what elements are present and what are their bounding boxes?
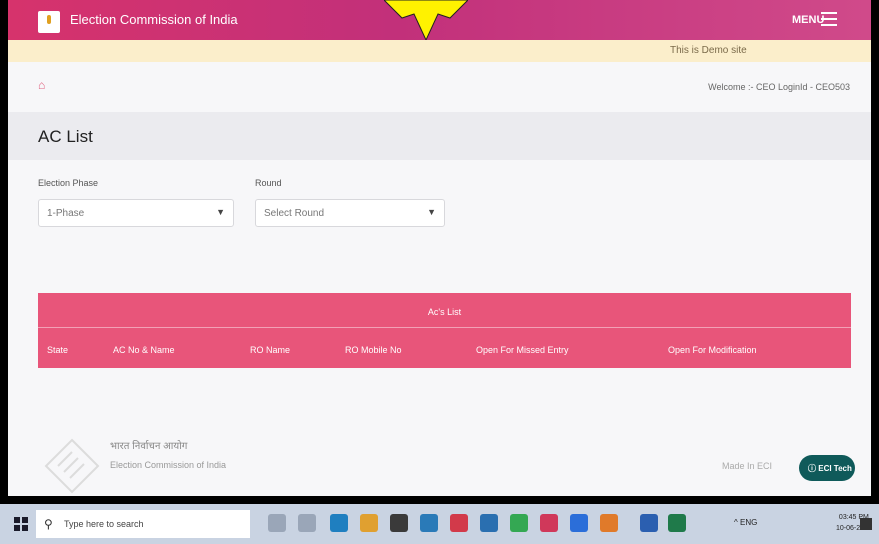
round-value: Select Round: [264, 208, 325, 219]
home-icon[interactable]: ⌂: [38, 78, 45, 92]
column-header-ro-name[interactable]: RO Name: [250, 345, 290, 355]
notification-icon[interactable]: [860, 518, 872, 530]
menu-icon[interactable]: [821, 12, 837, 26]
taskbar: ⚲ Type here to search ^ ENG 03:45 PM 10-…: [0, 504, 879, 544]
app-icon[interactable]: [450, 514, 468, 532]
ac-list-table: Ac's List State AC No & Name RO Name RO …: [38, 293, 851, 368]
top-header: Election Commission of India MENU: [8, 0, 871, 40]
footer-english-name: Election Commission of India: [110, 460, 227, 470]
round-select[interactable]: Select Round ▼: [255, 199, 445, 227]
taskbar-search-placeholder: Type here to search: [64, 519, 144, 529]
windows-icon[interactable]: [14, 517, 28, 531]
column-header-modification[interactable]: Open For Modification: [668, 345, 757, 355]
app-title[interactable]: Election Commission of India: [70, 12, 238, 27]
app-icon[interactable]: [540, 514, 558, 532]
taskbar-search[interactable]: ⚲ Type here to search: [36, 510, 250, 538]
election-phase-value: 1-Phase: [47, 208, 85, 219]
word-icon[interactable]: [640, 514, 658, 532]
demo-notice: This is Demo site: [670, 45, 747, 56]
mail-icon[interactable]: [480, 514, 498, 532]
store-icon[interactable]: [390, 514, 408, 532]
starburst-icon: [384, 0, 468, 40]
browser-viewport: Election Commission of India MENU This i…: [8, 0, 871, 496]
eci-logo-icon[interactable]: [38, 11, 60, 33]
task-view-icon[interactable]: [298, 514, 316, 532]
column-header-ac-no-name[interactable]: AC No & Name: [113, 345, 175, 355]
menu-label[interactable]: MENU: [792, 14, 824, 26]
made-in-text: Made In ECI: [722, 461, 773, 471]
eci-tech-badge[interactable]: ⓘ ECI Tech: [799, 455, 855, 481]
column-header-missed-entry[interactable]: Open For Missed Entry: [476, 345, 569, 355]
edge-icon[interactable]: [330, 514, 348, 532]
demo-notice-bar: This is Demo site: [8, 40, 871, 62]
app-icon[interactable]: [360, 514, 378, 532]
excel-icon[interactable]: [668, 514, 686, 532]
app-icon[interactable]: [420, 514, 438, 532]
footer-hindi-name: भारत निर्वाचन आयोग: [110, 441, 188, 452]
eci-emblem-icon: [44, 438, 100, 494]
round-label: Round: [255, 178, 282, 188]
cortana-icon[interactable]: [268, 514, 286, 532]
election-phase-label: Election Phase: [38, 178, 99, 188]
column-header-ro-mobile[interactable]: RO Mobile No: [345, 345, 402, 355]
column-header-state[interactable]: State: [47, 345, 68, 355]
app-icon[interactable]: [600, 514, 618, 532]
chevron-down-icon: ▼: [216, 207, 225, 217]
eci-tech-label: ECI Tech: [818, 464, 852, 473]
welcome-text: Welcome :- CEO LoginId - CEO503: [708, 82, 850, 92]
page-title-band: AC List: [8, 112, 871, 160]
chrome-icon[interactable]: [510, 514, 528, 532]
chevron-down-icon: ▼: [427, 207, 436, 217]
system-tray[interactable]: ^ ENG: [734, 518, 757, 527]
election-phase-select[interactable]: 1-Phase ▼: [38, 199, 234, 227]
page-title: AC List: [38, 127, 93, 146]
search-icon: ⚲: [44, 517, 53, 531]
table-title: Ac's List: [38, 293, 851, 328]
app-icon[interactable]: [570, 514, 588, 532]
